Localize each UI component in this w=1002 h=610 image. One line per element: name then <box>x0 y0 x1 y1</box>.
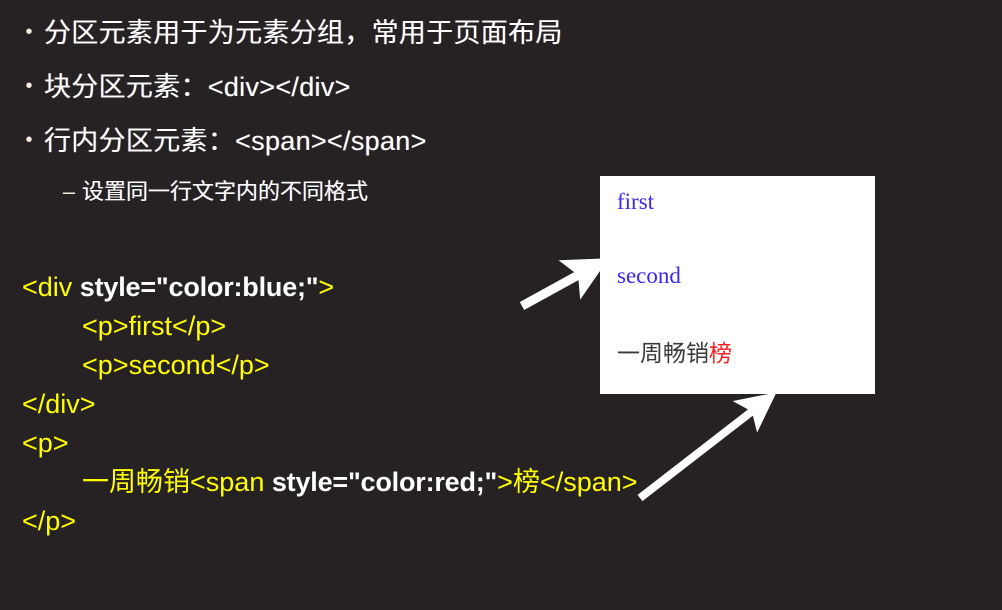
bullet-text-2: 块分区元素：<div></div> <box>44 72 351 102</box>
code-token-attribute: style="color:blue;" <box>79 272 319 302</box>
output-text-first: first <box>617 189 655 214</box>
bullet-dot-icon: • <box>25 21 33 43</box>
code-token-span-close: >榜</span> <box>497 467 638 497</box>
bullet-dot-icon: • <box>25 75 33 97</box>
code-line-5: <p> <box>22 428 69 458</box>
code-token-tag-close: > <box>318 272 335 302</box>
code-token-indent <box>22 467 82 497</box>
code-token-span-attribute: style="color:red;" <box>271 467 498 497</box>
sub-bullet-text: 设置同一行文字内的不同格式 <box>82 179 369 204</box>
output-text-third: 一周畅销榜 <box>617 334 732 368</box>
bullet-dot-icon: • <box>25 129 33 151</box>
bullet-item-2: • 块分区元素：<div></div> <box>14 62 914 114</box>
bullet-item-1: • 分区元素用于为元素分组，常用于页面布局 <box>14 8 914 60</box>
dash-icon: – <box>62 179 76 204</box>
bullet-text-3: 行内分区元素：<span></span> <box>44 126 427 156</box>
code-token-chinese-text: 一周畅销 <box>82 467 191 497</box>
code-line-7: </p> <box>22 506 77 536</box>
code-token-tag: <div <box>22 272 80 302</box>
bullet-item-3: • 行内分区元素：<span></span> <box>14 116 914 168</box>
output-text-second: second <box>617 263 681 288</box>
slide-canvas: • 分区元素用于为元素分组，常用于页面布局 • 块分区元素：<div></div… <box>0 0 1002 610</box>
browser-output-box: first second 一周畅销榜 <box>600 176 875 394</box>
code-token-span-open: <span <box>190 467 272 497</box>
bullet-text-1: 分区元素用于为元素分组，常用于页面布局 <box>44 18 563 48</box>
output-text-third-plain: 一周畅销 <box>617 341 709 366</box>
output-text-third-red: 榜 <box>709 341 732 366</box>
code-line-6: 一周畅销<span style="color:red;">榜</span> <box>22 463 982 502</box>
